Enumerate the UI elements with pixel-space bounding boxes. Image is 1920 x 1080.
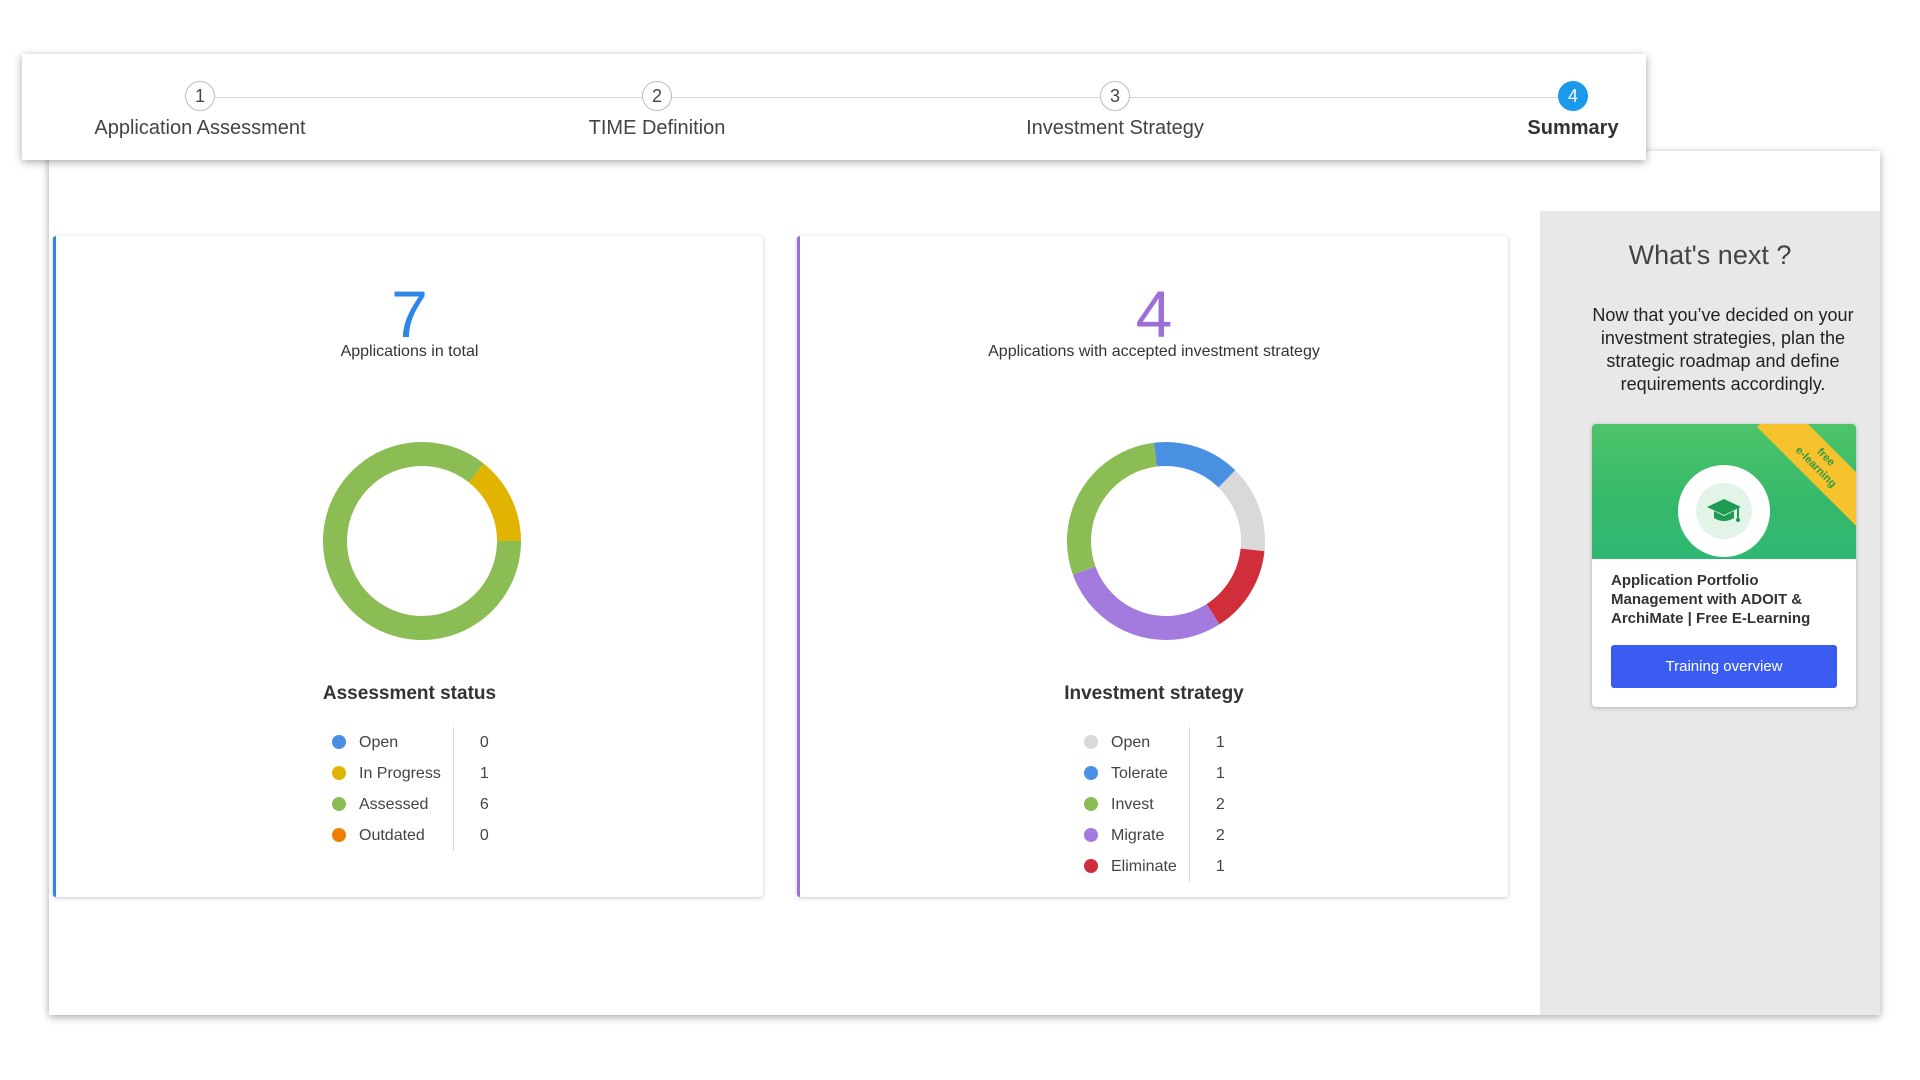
graduation-cap-icon bbox=[1696, 483, 1752, 539]
legend-row-eliminate: Eliminate 1 bbox=[1084, 851, 1246, 882]
step-summary[interactable]: 4 Summary bbox=[1423, 81, 1723, 140]
assessment-legend: Open 0 In Progress 1 Assessed 6 Outdated 0 bbox=[332, 727, 510, 851]
legend-dot bbox=[1084, 859, 1098, 874]
investment-donut-chart bbox=[1067, 442, 1265, 640]
step-time-definition[interactable]: 2 TIME Definition bbox=[507, 81, 807, 140]
applications-total-label: Applications in total bbox=[340, 343, 479, 360]
graduation-cap-badge bbox=[1678, 465, 1770, 557]
step-label: Investment Strategy bbox=[1026, 117, 1204, 139]
assessment-status-title: Assessment status bbox=[322, 683, 497, 704]
legend-label: Open bbox=[1111, 733, 1151, 751]
legend-dot bbox=[1084, 735, 1098, 750]
legend-dot bbox=[332, 766, 346, 781]
page: 1 Application Assessment 2 TIME Definiti… bbox=[0, 0, 1920, 1080]
legend-dot bbox=[332, 735, 346, 750]
free-elearning-ribbon: free e-learning bbox=[1757, 424, 1856, 526]
step-investment-strategy[interactable]: 3 Investment Strategy bbox=[965, 81, 1265, 140]
applications-total-count: 7 bbox=[391, 277, 428, 351]
step-label: Application Assessment bbox=[94, 117, 306, 139]
step-number: 1 bbox=[185, 81, 215, 111]
donut-slice-invest bbox=[1067, 442, 1158, 575]
accepted-strategy-count: 4 bbox=[1135, 277, 1173, 351]
donut-slice-eliminate bbox=[1206, 548, 1265, 625]
legend-row-outdated: Outdated 0 bbox=[332, 820, 510, 851]
whats-next-text: Now that you’ve decided on your investme… bbox=[1592, 305, 1854, 394]
donut-slice-tolerate bbox=[1153, 442, 1236, 488]
legend-dot bbox=[1084, 766, 1098, 781]
legend-dot bbox=[1084, 828, 1098, 843]
legend-label: Open bbox=[359, 733, 399, 751]
legend-row-migrate: Migrate 2 bbox=[1084, 820, 1246, 851]
step-number: 2 bbox=[642, 81, 672, 111]
step-number: 4 bbox=[1558, 81, 1588, 111]
legend-dot bbox=[332, 797, 346, 812]
legend-row-in-progress: In Progress 1 bbox=[332, 758, 510, 789]
accepted-strategy-label: Applications with accepted investment st… bbox=[988, 343, 1320, 360]
investment-legend: Open 1 Tolerate 1 Invest 2 Migrate 2 Eliminate 1 bbox=[1084, 727, 1246, 882]
step-label: TIME Definition bbox=[588, 117, 726, 139]
stepper: 1 Application Assessment 2 TIME Definiti… bbox=[22, 54, 1646, 160]
legend-row-assessed: Assessed 6 bbox=[332, 789, 510, 820]
legend-value: 0 bbox=[452, 820, 510, 851]
training-overview-button[interactable]: Training overview bbox=[1611, 645, 1837, 688]
legend-label: Assessed bbox=[359, 795, 429, 813]
investment-strategy-title: Investment strategy bbox=[1064, 683, 1244, 704]
legend-row-open: Open 1 bbox=[1084, 727, 1246, 758]
legend-dot bbox=[1084, 797, 1098, 812]
legend-dot bbox=[332, 828, 346, 843]
legend-label: Eliminate bbox=[1111, 857, 1177, 875]
stepper-line bbox=[200, 97, 1566, 98]
training-card[interactable]: free e-learning Application Portfolio Ma… bbox=[1592, 424, 1856, 707]
assessment-card: 7 Applications in total Assessment statu… bbox=[53, 236, 763, 897]
legend-label: Invest bbox=[1111, 795, 1154, 813]
legend-value: 2 bbox=[1188, 789, 1246, 820]
training-card-title: Application Portfolio Management with AD… bbox=[1611, 572, 1811, 627]
training-banner: free e-learning bbox=[1592, 424, 1856, 559]
step-number: 3 bbox=[1100, 81, 1130, 111]
legend-row-tolerate: Tolerate 1 bbox=[1084, 758, 1246, 789]
legend-value: 1 bbox=[1188, 851, 1246, 882]
legend-value: 1 bbox=[452, 758, 510, 789]
donut-slice-in-progress bbox=[468, 463, 521, 542]
legend-label: In Progress bbox=[359, 764, 441, 782]
legend-value: 1 bbox=[1188, 727, 1246, 758]
legend-value: 1 bbox=[1188, 758, 1246, 789]
donut-slice-migrate bbox=[1072, 566, 1220, 640]
step-application-assessment[interactable]: 1 Application Assessment bbox=[50, 81, 350, 140]
legend-label: Outdated bbox=[359, 826, 425, 844]
investment-card: 4 Applications with accepted investment … bbox=[797, 236, 1508, 897]
legend-value: 2 bbox=[1188, 820, 1246, 851]
legend-value: 0 bbox=[452, 727, 510, 758]
legend-label: Tolerate bbox=[1111, 764, 1168, 782]
legend-value: 6 bbox=[452, 789, 510, 820]
whats-next-title: What's next ? bbox=[1628, 240, 1792, 270]
legend-row-open: Open 0 bbox=[332, 727, 510, 758]
step-label: Summary bbox=[1527, 117, 1619, 139]
legend-label: Migrate bbox=[1111, 826, 1165, 844]
donut-slice-open bbox=[1218, 470, 1265, 552]
legend-row-invest: Invest 2 bbox=[1084, 789, 1246, 820]
assessment-donut-chart bbox=[323, 442, 521, 640]
